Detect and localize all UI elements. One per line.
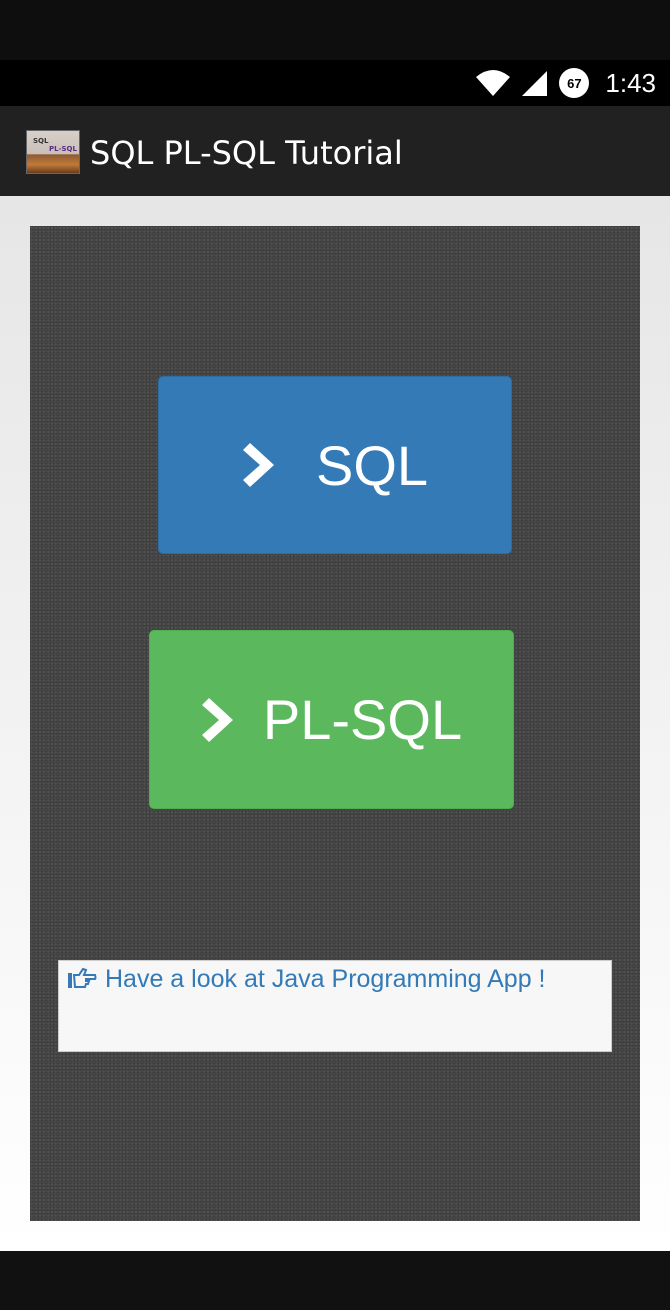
chevron-right-icon (242, 443, 274, 487)
wifi-icon (476, 70, 511, 96)
battery-saver-icon: 67 (559, 68, 590, 98)
top-strip (0, 0, 670, 60)
app-title: SQL PL-SQL Tutorial (90, 134, 403, 172)
status-icons: 67 1:43 (475, 60, 656, 106)
app-logo-text-plsql: PL-SQL (49, 145, 77, 153)
hand-pointing-icon (68, 967, 97, 988)
app-bar: SQL PL-SQL SQL PL-SQL Tutorial (0, 106, 670, 196)
sql-button-label: SQL (315, 433, 429, 497)
promo-link-text[interactable]: Have a look at Java Programming App ! (105, 965, 546, 994)
app-logo-icon[interactable]: SQL PL-SQL (26, 130, 80, 174)
sql-button[interactable]: SQL (158, 376, 512, 554)
chevron-right-icon (201, 697, 233, 742)
navigation-bar (0, 1251, 670, 1310)
status-time: 1:43 (605, 67, 656, 98)
status-bar: 67 1:43 (0, 60, 670, 106)
signal-icon (522, 71, 548, 96)
app-logo-text-sql: SQL (33, 137, 49, 145)
battery-level: 67 (567, 75, 582, 91)
plsql-button-label: PL-SQL (262, 688, 463, 751)
plsql-button[interactable]: PL-SQL (149, 630, 514, 809)
promo-link-box[interactable]: Have a look at Java Programming App ! (58, 960, 612, 1052)
